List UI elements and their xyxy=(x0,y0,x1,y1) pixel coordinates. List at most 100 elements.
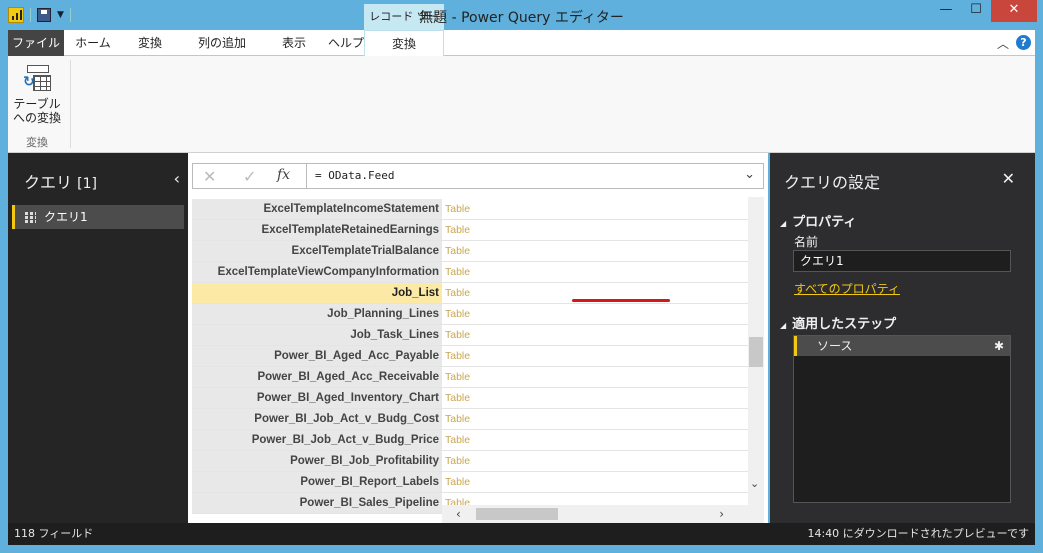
toolbar-divider xyxy=(69,8,71,22)
field-name-cell[interactable]: ExcelTemplateViewCompanyInformation xyxy=(192,262,442,282)
field-name-cell[interactable]: Power_BI_Sales_Pipeline xyxy=(192,493,442,513)
field-name-cell[interactable]: Job_Planning_Lines xyxy=(192,304,442,324)
expand-formula-bar-icon[interactable]: ⌄ xyxy=(744,167,755,182)
properties-section-header[interactable]: ◢ プロパティ xyxy=(780,211,856,230)
insert-function-icon[interactable]: fx xyxy=(277,167,290,183)
table-link-cell[interactable]: Table xyxy=(442,451,748,471)
record-row[interactable]: Power_BI_Job_Profitability Table xyxy=(192,451,748,472)
vertical-scrollbar[interactable]: ⌄ xyxy=(748,197,764,523)
customize-toolbar-dropdown-icon[interactable]: ▼ xyxy=(57,10,64,20)
record-row[interactable]: Job_Task_Lines Table xyxy=(192,325,748,346)
window-controls: — ☐ ✕ xyxy=(931,0,1037,22)
record-row[interactable]: Job_Planning_Lines Table xyxy=(192,304,748,325)
table-link-cell[interactable]: Table xyxy=(442,388,748,408)
scroll-right-icon[interactable]: › xyxy=(719,507,724,521)
query-name-input[interactable]: クエリ1 xyxy=(793,250,1011,272)
table-link-cell[interactable]: Table xyxy=(442,304,748,324)
table-icon xyxy=(23,211,36,223)
field-name-cell[interactable]: Power_BI_Job_Act_v_Budg_Price xyxy=(192,430,442,450)
record-grid: ExcelTemplateIncomeStatement Table ExcelTe… xyxy=(192,197,748,523)
table-link-cell[interactable]: Table xyxy=(442,472,748,492)
tab-add-column[interactable]: 列の追加 xyxy=(178,30,266,56)
ribbon-group-label: 変換 xyxy=(26,136,48,149)
tab-record-transform[interactable]: 変換 xyxy=(364,30,444,56)
field-name-cell[interactable]: Power_BI_Aged_Acc_Receivable xyxy=(192,367,442,387)
convert-to-table-label: テーブル xyxy=(13,97,61,111)
formula-bar: ✕ ✓ fx = OData.Feed ⌄ xyxy=(192,163,764,189)
field-name-cell[interactable]: Job_Task_Lines xyxy=(192,325,442,345)
collapse-triangle-icon[interactable]: ◢ xyxy=(780,219,786,228)
save-icon[interactable] xyxy=(37,8,51,22)
table-link-cell[interactable]: Table xyxy=(442,199,748,219)
field-name-cell[interactable]: ExcelTemplateRetainedEarnings xyxy=(192,220,442,240)
scrollbar-thumb[interactable] xyxy=(476,508,558,520)
horizontal-scrollbar[interactable]: ‹ › xyxy=(442,505,748,523)
record-row[interactable]: ExcelTemplateIncomeStatement Table xyxy=(192,199,748,220)
gear-icon[interactable]: ✱ xyxy=(994,336,1004,356)
table-link-cell[interactable]: Table xyxy=(442,241,748,261)
ribbon: ↻ テーブル への変換 変換 xyxy=(8,56,1035,153)
table-link-cell[interactable]: Table xyxy=(442,325,748,345)
maximize-button[interactable]: ☐ xyxy=(961,0,991,22)
collapse-triangle-icon[interactable]: ◢ xyxy=(780,321,786,330)
preview-download-status: 14:40 にダウンロードされたプレビューです xyxy=(807,527,1029,540)
table-link-cell[interactable]: Table xyxy=(442,430,748,450)
queries-pane: クエリ [1] ‹ クエリ1 xyxy=(8,153,188,523)
table-link-cell[interactable]: Table xyxy=(442,367,748,387)
field-name-cell[interactable]: ExcelTemplateTrialBalance xyxy=(192,241,442,261)
tab-transform[interactable]: 変換 xyxy=(122,30,178,56)
tab-view[interactable]: 表示 xyxy=(266,30,322,56)
applied-steps-section-header[interactable]: ◢ 適用したステップ xyxy=(780,313,896,332)
help-icon[interactable]: ? xyxy=(1016,35,1031,50)
query-settings-pane: クエリの設定 ✕ ◢ プロパティ 名前 クエリ1 すべてのプロパティ ◢ 適用したス… xyxy=(770,153,1035,523)
close-settings-icon[interactable]: ✕ xyxy=(1002,169,1015,188)
tab-file[interactable]: ファイル xyxy=(8,30,64,56)
cancel-formula-icon[interactable]: ✕ xyxy=(203,167,216,186)
table-link-cell[interactable]: Table xyxy=(442,409,748,429)
close-window-button[interactable]: ✕ xyxy=(991,0,1037,22)
field-name-cell[interactable]: Power_BI_Report_Labels xyxy=(192,472,442,492)
title-bar: ▼ レコード ツール 無題 - Power Query エディター — ☐ ✕ xyxy=(0,0,1043,49)
table-link-cell[interactable]: Table xyxy=(442,220,748,240)
record-row[interactable]: Power_BI_Report_Labels Table xyxy=(192,472,748,493)
convert-to-table-icon: ↻ xyxy=(23,65,51,93)
scrollbar-thumb[interactable] xyxy=(749,337,763,367)
record-row[interactable]: Power_BI_Aged_Inventory_Chart Table xyxy=(192,388,748,409)
minimize-button[interactable]: — xyxy=(931,0,961,22)
record-row[interactable]: ExcelTemplateRetainedEarnings Table xyxy=(192,220,748,241)
field-count-status: 118 フィールド xyxy=(14,527,94,540)
record-row[interactable]: Power_BI_Aged_Acc_Payable Table xyxy=(192,346,748,367)
record-row[interactable]: Power_BI_Aged_Acc_Receivable Table xyxy=(192,367,748,388)
applied-step-label: ソース xyxy=(817,339,853,353)
table-link-cell[interactable]: Table xyxy=(442,262,748,282)
collapse-pane-icon[interactable]: ‹ xyxy=(174,169,180,188)
query-item[interactable]: クエリ1 xyxy=(12,205,184,229)
collapse-ribbon-icon[interactable]: ︿ xyxy=(997,35,1009,52)
table-link-cell[interactable]: Table xyxy=(442,346,748,366)
all-properties-link[interactable]: すべてのプロパティ xyxy=(794,280,900,297)
scroll-left-icon[interactable]: ‹ xyxy=(456,507,461,521)
record-row[interactable]: ExcelTemplateViewCompanyInformation Table xyxy=(192,262,748,283)
field-name-cell[interactable]: Power_BI_Aged_Acc_Payable xyxy=(192,346,442,366)
formula-input[interactable]: = OData.Feed xyxy=(306,164,763,188)
query-settings-title: クエリの設定 xyxy=(784,173,881,192)
power-bi-logo-icon xyxy=(8,7,24,23)
field-name-cell[interactable]: Job_List xyxy=(192,283,442,303)
tab-home[interactable]: ホーム xyxy=(64,30,122,56)
annotation-underline xyxy=(572,299,670,302)
field-name-cell[interactable]: ExcelTemplateIncomeStatement xyxy=(192,199,442,219)
applied-step-item[interactable]: ソース ✱ xyxy=(794,336,1010,356)
record-row[interactable]: ExcelTemplateTrialBalance Table xyxy=(192,241,748,262)
field-name-cell[interactable]: Power_BI_Job_Act_v_Budg_Cost xyxy=(192,409,442,429)
tab-help[interactable]: ヘルプ xyxy=(322,30,370,56)
ribbon-group-divider xyxy=(70,60,71,148)
convert-to-table-button[interactable]: ↻ テーブル への変換 xyxy=(12,62,62,134)
record-row[interactable]: Power_BI_Job_Act_v_Budg_Price Table xyxy=(192,430,748,451)
confirm-formula-icon[interactable]: ✓ xyxy=(243,167,256,186)
field-name-cell[interactable]: Power_BI_Job_Profitability xyxy=(192,451,442,471)
quick-access-toolbar: ▼ xyxy=(8,7,71,23)
scroll-down-icon[interactable]: ⌄ xyxy=(750,477,759,490)
record-row[interactable]: Power_BI_Job_Act_v_Budg_Cost Table xyxy=(192,409,748,430)
name-label: 名前 xyxy=(794,235,819,249)
field-name-cell[interactable]: Power_BI_Aged_Inventory_Chart xyxy=(192,388,442,408)
